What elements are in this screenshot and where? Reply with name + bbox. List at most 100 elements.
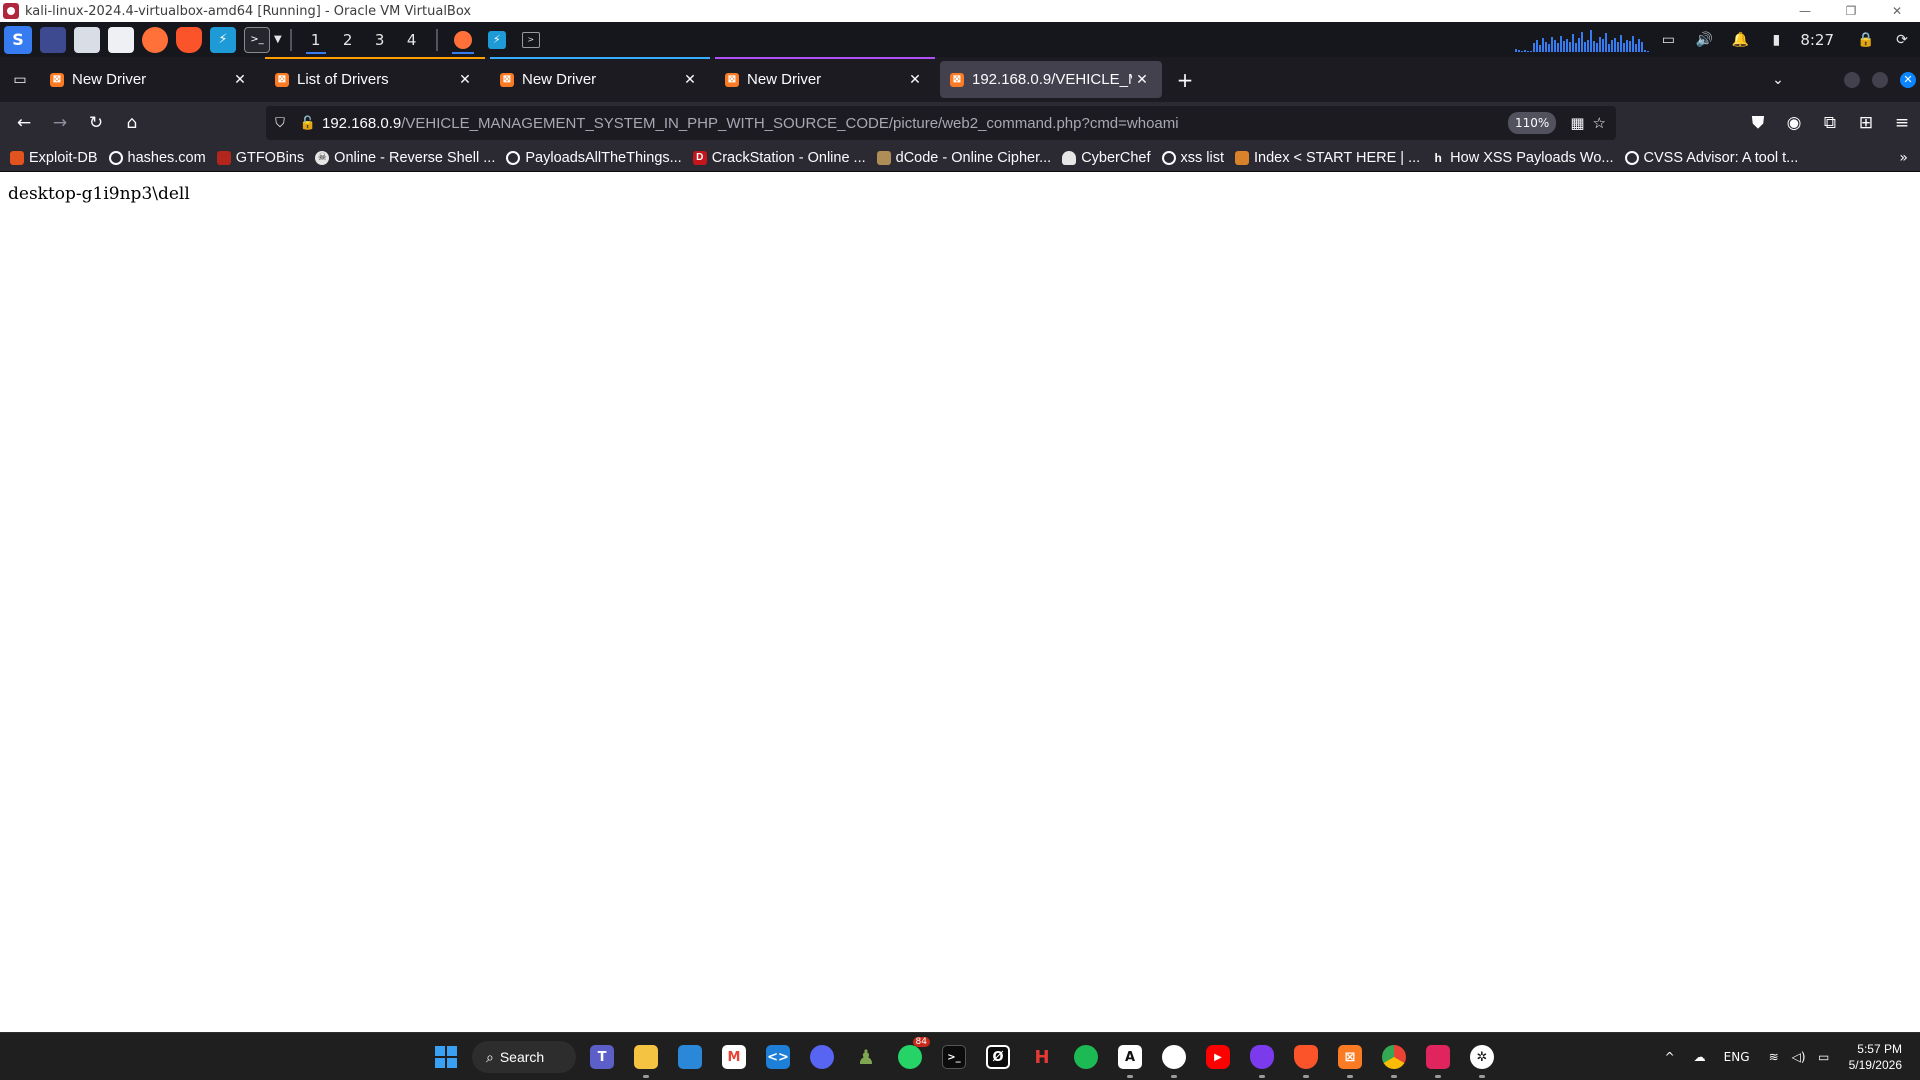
brave-launcher-icon[interactable] bbox=[176, 26, 202, 53]
gmail-app[interactable]: M bbox=[712, 1035, 756, 1079]
volume-icon[interactable]: 🔊 bbox=[1686, 22, 1722, 57]
extensions-icon[interactable]: ⧉ bbox=[1812, 105, 1848, 141]
bookmark-hashes[interactable]: hashes.com bbox=[108, 150, 206, 166]
firefox-launcher-icon[interactable] bbox=[142, 26, 168, 53]
discord-app[interactable] bbox=[800, 1035, 844, 1079]
bookmark-cvss-advisor[interactable]: CVSS Advisor: A tool t... bbox=[1624, 150, 1798, 166]
tab-web2-command[interactable]: ⊠ 192.168.0.9/VEHICLE_MA ✕ bbox=[940, 61, 1162, 98]
fx-close-button[interactable]: ✕ bbox=[1900, 71, 1916, 88]
burp-launcher-icon[interactable]: ⚡ bbox=[210, 26, 236, 53]
tracking-protection-shield-icon[interactable]: ⛉ bbox=[266, 116, 294, 131]
back-button[interactable]: ← bbox=[6, 105, 42, 141]
chess-app[interactable]: ♟ bbox=[844, 1035, 888, 1079]
bookmark-reverse-shell[interactable]: ☠ Online - Reverse Shell ... bbox=[315, 150, 495, 166]
tab-list-of-drivers[interactable]: ⊠ List of Drivers ✕ bbox=[265, 57, 485, 98]
bookmark-crackstation[interactable]: D CrackStation - Online ... bbox=[692, 150, 866, 166]
display-icon[interactable]: ▭ bbox=[1650, 22, 1686, 57]
file-manager-icon[interactable] bbox=[74, 26, 100, 53]
power-icon[interactable]: ⟳ bbox=[1884, 22, 1920, 57]
task-terminal[interactable]: > bbox=[514, 22, 548, 57]
tab-close-icon[interactable]: ✕ bbox=[1132, 71, 1152, 88]
github-app[interactable] bbox=[1152, 1035, 1196, 1079]
tab-new-driver-3[interactable]: ⊠ New Driver ✕ bbox=[715, 57, 935, 98]
lock-icon[interactable]: 🔒 bbox=[1848, 22, 1884, 57]
terminal-launcher-icon[interactable]: >_ bbox=[244, 26, 270, 53]
battery-icon[interactable]: ▮ bbox=[1758, 22, 1794, 57]
chatgpt-app[interactable]: ✲ bbox=[1460, 1035, 1504, 1079]
taskbar-search[interactable]: ⌕ Search bbox=[472, 1041, 576, 1073]
workspace-1[interactable]: 1 bbox=[300, 22, 332, 57]
virtualbox-app[interactable] bbox=[1416, 1035, 1460, 1079]
youtube-app[interactable]: ▶ bbox=[1196, 1035, 1240, 1079]
vscode-app[interactable]: <> bbox=[756, 1035, 800, 1079]
workspace-3[interactable]: 3 bbox=[364, 22, 396, 57]
kali-menu-button[interactable]: S bbox=[4, 25, 32, 54]
hackthebox-app[interactable]: H bbox=[1020, 1035, 1064, 1079]
bookmark-gtfobins[interactable]: GTFOBins bbox=[216, 150, 304, 166]
wifi-icon[interactable]: ≋ bbox=[1759, 1050, 1789, 1064]
bookmark-dcode[interactable]: dCode - Online Cipher... bbox=[876, 150, 1051, 166]
typing-app[interactable]: A bbox=[1108, 1035, 1152, 1079]
apps-grid-icon[interactable]: ⊞ bbox=[1848, 105, 1884, 141]
pocket-icon[interactable]: ⛊ bbox=[1740, 105, 1776, 141]
brave-app[interactable] bbox=[1284, 1035, 1328, 1079]
language-indicator[interactable]: ENG bbox=[1715, 1050, 1759, 1064]
home-button[interactable]: ⌂ bbox=[114, 105, 150, 141]
tab-new-driver-1[interactable]: ⊠ New Driver ✕ bbox=[40, 61, 260, 98]
hamburger-menu-icon[interactable]: ≡ bbox=[1884, 105, 1920, 141]
obsidian-app[interactable] bbox=[1240, 1035, 1284, 1079]
bookmark-index-start-here[interactable]: Index < START HERE | ... bbox=[1235, 150, 1420, 166]
account-icon[interactable]: ◉ bbox=[1776, 105, 1812, 141]
forward-button[interactable]: → bbox=[42, 105, 78, 141]
notion-app[interactable]: Ø bbox=[976, 1035, 1020, 1079]
minimize-button[interactable]: — bbox=[1782, 0, 1828, 22]
workspace-2[interactable]: 2 bbox=[332, 22, 364, 57]
insecure-lock-icon[interactable]: 🔓 bbox=[294, 116, 322, 131]
fx-maximize-button[interactable] bbox=[1872, 71, 1888, 88]
reload-button[interactable]: ↻ bbox=[78, 105, 114, 141]
bookmark-xss-payloads[interactable]: h How XSS Payloads Wo... bbox=[1431, 150, 1614, 166]
start-button[interactable] bbox=[424, 1035, 468, 1079]
show-desktop-icon[interactable] bbox=[40, 26, 66, 53]
zoom-indicator[interactable]: 110% bbox=[1508, 112, 1557, 134]
speaker-icon[interactable]: ◁) bbox=[1789, 1050, 1809, 1064]
task-burp[interactable]: ⚡ bbox=[480, 22, 514, 57]
store-app[interactable] bbox=[668, 1035, 712, 1079]
bookmark-payloads[interactable]: PayloadsAllTheThings... bbox=[506, 150, 682, 166]
bookmark-cyberchef[interactable]: CyberChef bbox=[1062, 150, 1151, 166]
terminal-app[interactable]: >_ bbox=[932, 1035, 976, 1079]
xampp-app[interactable]: ⊠ bbox=[1328, 1035, 1372, 1079]
bookmark-exploit-db[interactable]: Exploit-DB bbox=[10, 150, 98, 166]
tab-list-icon[interactable]: ▭ bbox=[0, 57, 40, 102]
bookmark-xss-list[interactable]: xss list bbox=[1161, 150, 1224, 166]
restore-button[interactable]: ❐ bbox=[1828, 0, 1874, 22]
battery-icon[interactable]: ▭ bbox=[1809, 1050, 1839, 1064]
tab-close-icon[interactable]: ✕ bbox=[455, 71, 475, 88]
url-bar[interactable]: ⛉ 🔓 192.168.0.9/VEHICLE_MANAGEMENT_SYSTE… bbox=[266, 106, 1616, 140]
tab-close-icon[interactable]: ✕ bbox=[680, 71, 700, 88]
panel-clock[interactable]: 8:27 bbox=[1794, 31, 1848, 49]
onedrive-cloud-icon[interactable]: ☁ bbox=[1685, 1050, 1715, 1064]
notification-bell-icon[interactable]: 🔔 bbox=[1722, 22, 1758, 57]
close-window-button[interactable]: ✕ bbox=[1874, 0, 1920, 22]
taskbar-clock[interactable]: 5:57 PM 5/19/2026 bbox=[1839, 1041, 1920, 1073]
spotify-app[interactable] bbox=[1064, 1035, 1108, 1079]
new-tab-button[interactable]: + bbox=[1167, 62, 1203, 98]
workspace-4[interactable]: 4 bbox=[396, 22, 428, 57]
file-explorer-app[interactable] bbox=[624, 1035, 668, 1079]
tab-close-icon[interactable]: ✕ bbox=[905, 71, 925, 88]
chevron-up-icon[interactable]: ^ bbox=[1655, 1050, 1685, 1064]
bookmark-star-icon[interactable]: ☆ bbox=[1593, 114, 1606, 132]
tab-new-driver-2[interactable]: ⊠ New Driver ✕ bbox=[490, 57, 710, 98]
qr-code-icon[interactable]: ▦ bbox=[1570, 114, 1584, 132]
tab-close-icon[interactable]: ✕ bbox=[230, 71, 250, 88]
whatsapp-app[interactable]: 84 bbox=[888, 1035, 932, 1079]
teams-app[interactable]: T bbox=[580, 1035, 624, 1079]
text-editor-icon[interactable] bbox=[108, 26, 134, 53]
chevron-down-icon[interactable]: ▼ bbox=[274, 34, 282, 45]
bookmarks-overflow-icon[interactable]: » bbox=[1899, 144, 1908, 172]
fx-minimize-button[interactable] bbox=[1844, 71, 1860, 88]
chrome-app[interactable] bbox=[1372, 1035, 1416, 1079]
url-text[interactable]: 192.168.0.9/VEHICLE_MANAGEMENT_SYSTEM_IN… bbox=[322, 115, 1179, 132]
task-firefox[interactable] bbox=[446, 22, 480, 57]
